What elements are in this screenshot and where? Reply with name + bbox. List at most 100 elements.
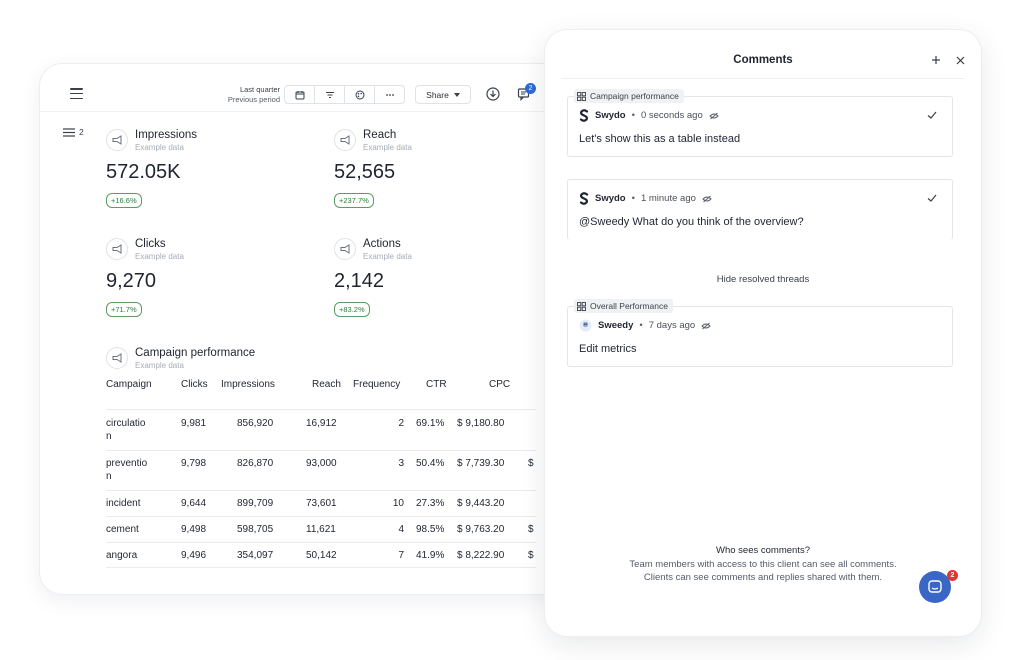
thread-tag-label: Campaign performance	[590, 91, 679, 101]
table-row[interactable]: incident 9,644 899,709 73,601 10 27.3% $…	[106, 490, 536, 516]
comment-text: Edit metrics	[579, 343, 637, 355]
calendar-button[interactable]	[285, 86, 315, 103]
cell-clicks: 9,498	[181, 524, 207, 535]
resolve-check-icon[interactable]	[926, 192, 938, 204]
cell-frequency: 10	[392, 498, 404, 509]
kpi-title: Impressions	[135, 129, 197, 141]
visibility-info-line: Clients can see comments and replies sha…	[643, 572, 883, 583]
cell-clicks: 9,798	[181, 458, 207, 469]
comments-header: Comments	[561, 30, 965, 79]
cell-clicks: 9,981	[181, 418, 207, 429]
comment-thread[interactable]: Swydo • 0 seconds ago Let's show this as…	[567, 96, 953, 157]
cell-impressions: 598,705	[237, 524, 274, 535]
column-header-reach[interactable]: Reach	[312, 379, 341, 390]
download-icon[interactable]	[485, 86, 501, 102]
eye-off-icon	[701, 322, 711, 329]
cell-campaign: preventio	[106, 458, 148, 469]
share-label: Share	[426, 89, 449, 100]
megaphone-icon	[106, 129, 128, 151]
cell-reach: 16,912	[306, 418, 337, 429]
eye-off-icon	[702, 195, 712, 202]
visibility-info-title: Who sees comments?	[716, 545, 810, 556]
hide-resolved-threads-link[interactable]: Hide resolved threads	[545, 274, 981, 285]
thread-widget-tag[interactable]: Overall Performance	[574, 299, 673, 313]
column-header-cpc[interactable]: CPC	[489, 379, 510, 390]
add-comment-button[interactable]	[929, 53, 943, 67]
cell-reach: 93,000	[306, 458, 337, 469]
palette-icon	[355, 90, 364, 99]
cell-overflow: $	[528, 524, 534, 535]
comment-mention[interactable]: @Sweedy	[579, 216, 629, 228]
megaphone-icon	[334, 238, 356, 260]
kpi-title: Reach	[363, 129, 397, 141]
kpi-change-badge: +71.7%	[106, 302, 142, 317]
widget-title: Campaign performance	[135, 347, 256, 359]
swydo-logo-icon	[579, 109, 589, 122]
column-header-clicks[interactable]: Clicks	[181, 379, 208, 390]
column-header-campaign[interactable]: Campaign	[106, 379, 152, 390]
kpi-impressions[interactable]: Impressions Example data 572.05K +16.6%	[106, 129, 306, 209]
kpi-clicks[interactable]: Clicks Example data 9,270 +71.7%	[106, 238, 306, 318]
more-options-button[interactable]	[375, 86, 404, 103]
menu-icon[interactable]	[70, 88, 83, 100]
dashboard-card: Last quarter Previous period Share 2 2 I…	[40, 64, 580, 594]
cell-campaign: angora	[106, 550, 138, 561]
comment-thread[interactable]: Swydo • 1 minute ago @Sweedy What do you…	[567, 179, 953, 240]
column-header-ctr[interactable]: CTR	[426, 379, 447, 390]
cell-ctr: 50.4%	[416, 458, 445, 469]
widget-list-toggle[interactable]: 2	[63, 127, 84, 137]
cell-frequency: 7	[398, 550, 404, 561]
megaphone-icon	[106, 238, 128, 260]
table-row[interactable]: cement 9,498 598,705 11,621 4 98.5% $ 9,…	[106, 516, 536, 542]
cell-reach: 11,621	[306, 524, 336, 535]
kpi-change-badge: +237.7%	[334, 193, 374, 208]
cell-overflow: $	[528, 458, 534, 469]
filter-icon	[325, 91, 334, 98]
column-header-impressions[interactable]: Impressions	[221, 379, 275, 390]
megaphone-icon	[106, 347, 128, 369]
table-row[interactable]: circulatio n 9,981 856,920 16,912 2 69.1…	[106, 409, 536, 450]
comment-author: Sweedy	[598, 320, 634, 331]
thread-widget-tag[interactable]: Campaign performance	[574, 89, 684, 103]
cell-clicks: 9,496	[181, 550, 207, 561]
kpi-actions[interactable]: Actions Example data 2,142 +83.2%	[334, 238, 534, 318]
close-icon	[956, 56, 964, 64]
cell-clicks: 9,644	[181, 498, 207, 509]
eye-off-icon	[709, 112, 719, 119]
kpi-subtitle: Example data	[135, 143, 184, 152]
toolbar-button-group	[284, 85, 405, 104]
cell-ctr: 69.1%	[416, 418, 445, 429]
meta-separator: •	[631, 193, 635, 204]
cell-ctr: 41.9%	[416, 550, 445, 561]
theme-button[interactable]	[345, 86, 375, 103]
widget-count: 2	[79, 127, 84, 137]
kpi-subtitle: Example data	[363, 143, 412, 152]
campaign-performance-widget-header[interactable]: Campaign performance Example data	[106, 347, 306, 377]
table-row[interactable]: preventio n 9,798 826,870 93,000 3 50.4%…	[106, 450, 536, 490]
period-selector[interactable]: Last quarter Previous period	[228, 85, 280, 105]
share-button[interactable]: Share	[415, 85, 471, 104]
plus-icon	[932, 56, 940, 64]
cell-reach: 50,142	[306, 550, 337, 561]
table-row[interactable]: angora 9,496 354,097 50,142 7 41.9% $ 8,…	[106, 542, 536, 568]
cell-impressions: 354,097	[237, 550, 274, 561]
resolve-check-icon[interactable]	[926, 109, 938, 121]
cell-reach: 73,601	[306, 498, 337, 509]
cell-cpc: $ 9,180.80	[457, 418, 505, 429]
column-header-frequency[interactable]: Frequency	[353, 379, 400, 390]
kpi-value: 2,142	[334, 270, 385, 292]
swydo-logo-icon	[579, 192, 589, 205]
panel-title: Comments	[733, 54, 793, 66]
cell-frequency: 2	[398, 418, 404, 429]
grid-icon	[577, 301, 586, 311]
cell-ctr: 98.5%	[416, 524, 445, 535]
cell-frequency: 4	[398, 524, 404, 535]
comment-meta: Sweedy • 7 days ago	[579, 319, 711, 332]
cell-campaign: cement	[106, 524, 139, 535]
kpi-value: 52,565	[334, 161, 396, 183]
comment-thread[interactable]: Sweedy • 7 days ago Edit metrics	[567, 306, 953, 367]
filter-button[interactable]	[315, 86, 345, 103]
kpi-title: Actions	[363, 238, 401, 250]
close-panel-button[interactable]	[953, 53, 967, 67]
kpi-reach[interactable]: Reach Example data 52,565 +237.7%	[334, 129, 534, 209]
